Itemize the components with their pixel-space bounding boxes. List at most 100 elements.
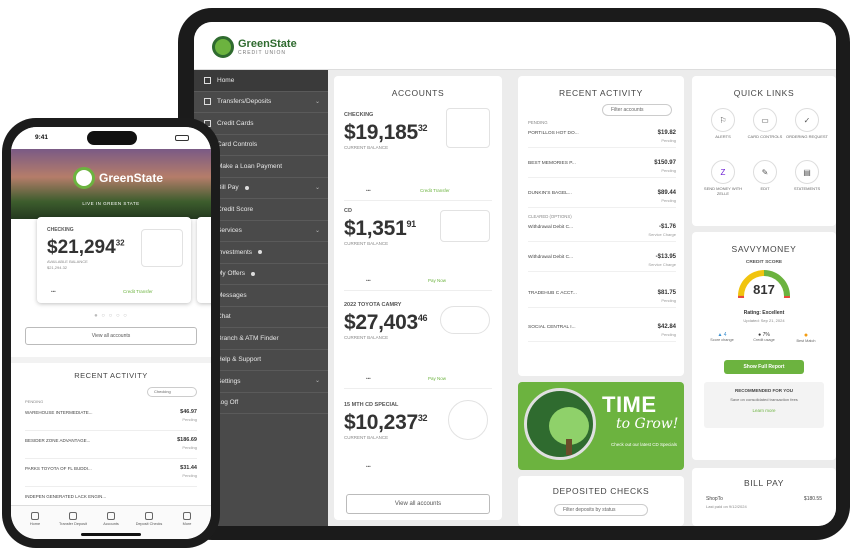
account-caption: AVAILABLE BALANCE [47, 259, 88, 264]
more-icon[interactable]: ••• [366, 188, 371, 193]
account-card-cd[interactable]: CD $1,35191 CURRENT BALANCE ••• Pay Now [344, 208, 492, 292]
activity-filter-select[interactable]: Filter accounts [602, 104, 672, 116]
logo[interactable]: GreenState CREDIT UNION [212, 36, 297, 58]
list-item[interactable]: Withdrawal Debit C... -$1.76 Service Charg… [528, 222, 676, 242]
credit-transfer-link[interactable]: Credit Transfer [123, 289, 153, 294]
check-icon: ✓ [795, 108, 819, 132]
check-illustration-icon [446, 108, 490, 148]
sidebar-item-credit-cards[interactable]: Credit Cards [194, 113, 328, 135]
sidebar-item-transfers[interactable]: Transfers/Deposits ⌄ [194, 92, 328, 113]
transfer-icon [204, 98, 211, 106]
bill-payee: ShopTo [706, 496, 723, 502]
deposit-filter-select[interactable]: Filter deposits by status [554, 504, 648, 516]
tab-more[interactable]: More [171, 512, 203, 526]
list-item[interactable]: DUNKIN'S BAGEL... $89.44 Pending [528, 188, 676, 208]
list-item[interactable]: TRADEHUB C ACCT... $81.75 Pending [528, 288, 676, 308]
hero-banner: GreenState LIVE IN GREEN STATE [11, 149, 211, 219]
account-card-auto-loan[interactable]: 2022 TOYOTA CAMRY $27,40346 CURRENT BALA… [344, 302, 492, 392]
top-bar: GreenState CREDIT UNION [194, 22, 836, 70]
list-item[interactable]: WAREHOUSE INTERMEDIATE... $46.97 Pending [25, 407, 197, 431]
list-item[interactable]: BEST MEMORIES P... $150.97 Pending [528, 158, 676, 178]
recommended-box: RECOMMENDED FOR YOU Save on consolidated… [704, 382, 824, 428]
external-link-icon [251, 271, 256, 276]
accounts-panel: ACCOUNTS CHECKING $19,18532 CURRENT BALA… [334, 76, 502, 520]
promo-title: TIME [602, 392, 657, 417]
deposit-icon [145, 512, 153, 520]
view-all-accounts-button[interactable]: View all accounts [25, 327, 197, 345]
accounts-icon [107, 512, 115, 520]
tree-illustration-icon [524, 388, 596, 460]
recent-activity-title: RECENT ACTIVITY [559, 88, 643, 98]
tab-transfer[interactable]: Transfer Deposit [57, 512, 89, 526]
divider [344, 388, 492, 389]
tab-accounts[interactable]: Accounts [95, 512, 127, 526]
activity-filter-select[interactable]: Checking [147, 387, 197, 397]
learn-more-link[interactable]: Learn more [704, 408, 824, 413]
sidebar-item-label: Settings [217, 377, 241, 385]
sidebar-item-label: Help & Support [217, 356, 262, 364]
account-card-checking[interactable]: CHECKING $21,29432 AVAILABLE BALANCE $21… [37, 217, 191, 303]
list-item[interactable]: PORTILLOS HOT DO... $19.82 Pending [528, 128, 676, 148]
quick-link-statements[interactable]: ▤ STATEMENTS [784, 160, 830, 192]
phone-device: 9:41 GreenState LIVE IN GREEN STATE CHEC… [2, 118, 220, 548]
tab-bar: Home Transfer Deposit Accounts Deposit C… [11, 505, 211, 539]
more-icon[interactable]: ••• [366, 376, 371, 381]
sidebar-item-label: Bill Pay [217, 184, 239, 192]
deposited-checks-title: DEPOSITED CHECKS [552, 486, 650, 496]
tagline: LIVE IN GREEN STATE [82, 201, 140, 206]
home-icon [31, 512, 39, 520]
account-card-checking[interactable]: CHECKING $19,18532 CURRENT BALANCE ••• C… [344, 108, 492, 202]
updated-text: Updated: Sep 21, 2024 [743, 318, 785, 323]
list-item[interactable]: PARKS TOYOTA OF FL BUDDI... $31.44 Pending [25, 463, 197, 487]
account-card-cd-special[interactable]: 15 MTH CD SPECIAL $10,23732 CURRENT BALA… [344, 400, 492, 482]
view-all-accounts-button[interactable]: View all accounts [346, 494, 490, 514]
sidebar-item-label: Services [217, 227, 242, 235]
tab-deposit[interactable]: Deposit Checks [133, 512, 165, 526]
bell-icon: ⚐ [711, 108, 735, 132]
list-item[interactable]: BESIDER ZONE ADVANTAGE... $186.69 Pending [25, 435, 197, 459]
promo-subtext: Check out our latest CD Specials [610, 442, 678, 447]
carousel-dots[interactable]: ● ○ ○ ○ ○ [11, 313, 211, 319]
more-icon[interactable]: ••• [366, 278, 371, 283]
savvymoney-title: SAVVYMONEY [731, 244, 797, 254]
credit-score-value: 817 [753, 282, 775, 297]
status-bar: 9:41 [11, 127, 211, 149]
more-icon [183, 512, 191, 520]
cleared-header: CLEARED (OPTIONS) [528, 214, 572, 219]
sidebar-item-label: Make a Loan Payment [217, 162, 283, 170]
pay-now-link[interactable]: Pay Now [428, 376, 446, 381]
quick-links-title: QUICK LINKS [733, 88, 795, 98]
pay-now-link[interactable]: Pay Now [428, 278, 446, 283]
zelle-icon: Z [711, 160, 735, 184]
chevron-down-icon: ⌄ [314, 227, 320, 234]
logo-mark-icon [73, 167, 95, 189]
card-illustration-icon [440, 210, 490, 242]
statement-icon: ▤ [795, 160, 819, 184]
deposited-checks-panel: DEPOSITED CHECKS Filter deposits by stat… [518, 476, 684, 526]
chevron-down-icon: ⌄ [314, 184, 320, 191]
quick-link-ordering[interactable]: ✓ ORDERING REQUEST [784, 108, 830, 140]
next-account-card[interactable] [197, 217, 211, 303]
marketing-composite: GreenState CREDIT UNION Home Transfers/D… [0, 0, 853, 549]
sidebar-item-label: Investments [217, 248, 253, 256]
logo-mark-icon [212, 36, 234, 58]
bill-pay-title: BILL PAY [743, 478, 785, 488]
quick-link-card-controls[interactable]: ▭ CARD CONTROLS [742, 108, 788, 140]
list-item[interactable]: SOCIAL CENTRAL I... $42.84 Pending [528, 322, 676, 342]
promo-banner[interactable]: TIME to Grow! Check out our latest CD Sp… [518, 382, 684, 470]
savvymoney-panel: SAVVYMONEY CREDIT SCORE 817 Rating: Exce… [692, 232, 836, 460]
more-icon[interactable]: ••• [366, 464, 371, 469]
chevron-down-icon: ⌄ [314, 98, 320, 105]
dynamic-island [87, 131, 137, 145]
credit-transfer-link[interactable]: Credit Transfer [420, 188, 450, 193]
show-full-report-button[interactable]: Show Full Report [724, 360, 804, 374]
list-item[interactable]: Withdrawal Debit C... -$13.95 Service Char… [528, 252, 676, 272]
more-icon[interactable]: ••• [51, 289, 56, 294]
quick-link-alerts[interactable]: ⚐ ALERTS [700, 108, 746, 140]
sidebar-item-label: Card Controls [217, 141, 258, 149]
quick-link-edit[interactable]: ✎ EDIT [742, 160, 788, 192]
external-link-icon [258, 250, 263, 255]
quick-link-zelle[interactable]: Z SEND MONEY WITH ZELLE [700, 160, 746, 196]
tab-home[interactable]: Home [19, 512, 51, 526]
sidebar-item-home[interactable]: Home [194, 70, 328, 92]
